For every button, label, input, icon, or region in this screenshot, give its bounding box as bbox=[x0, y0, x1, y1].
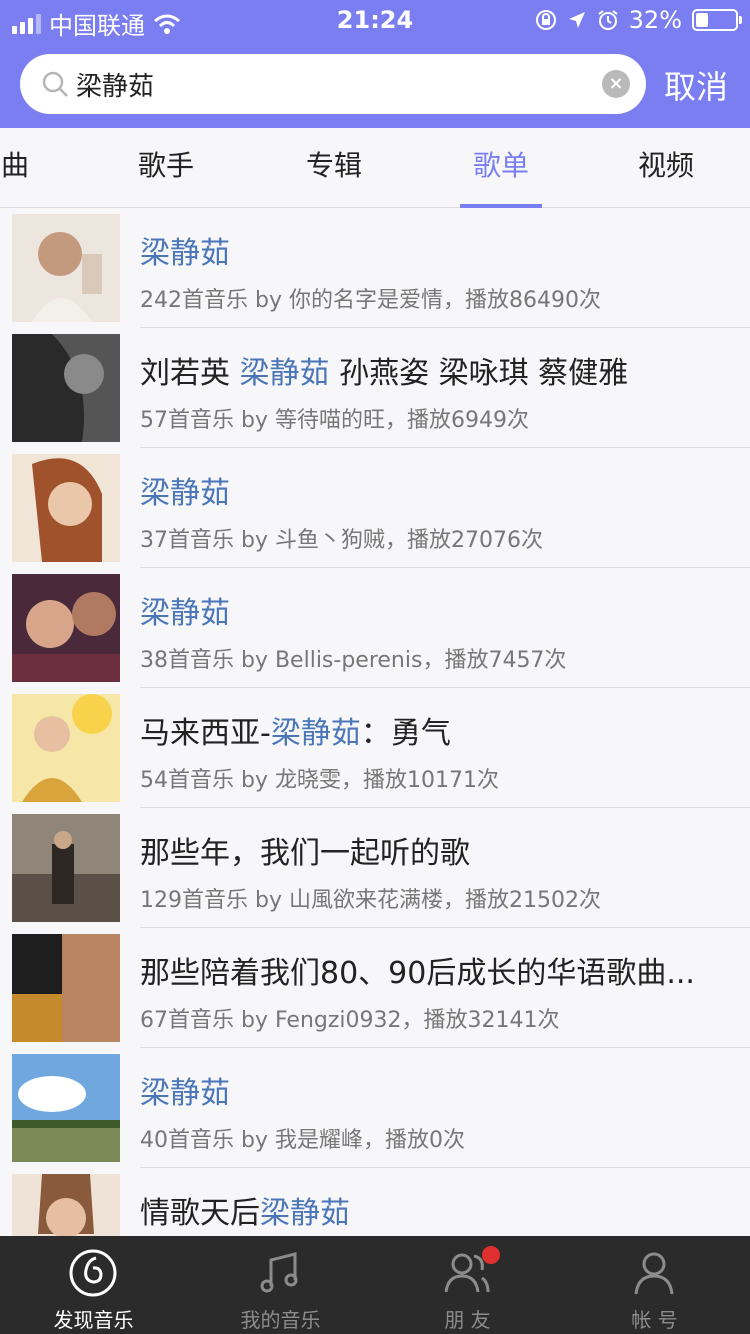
tabbar-discover[interactable]: 发现音乐 bbox=[0, 1236, 187, 1334]
list-item[interactable]: 梁静茹 242首音乐 by 你的名字是爱情，播放86490次 bbox=[0, 208, 750, 328]
clear-icon[interactable]: × bbox=[602, 70, 630, 98]
list-item[interactable]: 那些年，我们一起听的歌 129首音乐 by 山風欲来花满楼，播放21502次 bbox=[0, 808, 750, 928]
cancel-button[interactable]: 取消 bbox=[664, 62, 728, 108]
list-item[interactable]: 梁静茹 37首音乐 by 斗鱼丶狗贼，播放27076次 bbox=[0, 448, 750, 568]
playlist-subtitle: 57首音乐 by 等待喵的旺，播放6949次 bbox=[140, 408, 529, 433]
status-bar: 中国联通 21:24 32% bbox=[0, 0, 750, 40]
tabbar-account[interactable]: 帐 号 bbox=[561, 1236, 748, 1334]
tabbar-label: 我的音乐 bbox=[240, 1308, 321, 1332]
playlist-title: 梁静茹 bbox=[140, 236, 230, 271]
tab-albums[interactable]: 专辑 bbox=[274, 128, 394, 208]
header: 中国联通 21:24 32% 梁静茹 × 取消 bbox=[0, 0, 750, 128]
battery-percent: 32% bbox=[628, 6, 682, 34]
category-tabs: 曲 歌手 专辑 歌单 视频 bbox=[0, 128, 750, 208]
playlist-title: 那些年，我们一起听的歌 bbox=[140, 836, 470, 871]
account-icon bbox=[634, 1252, 674, 1295]
tab-artists[interactable]: 歌手 bbox=[106, 128, 226, 208]
playlist-title: 情歌天后梁静茹 bbox=[140, 1196, 350, 1231]
music-note-icon bbox=[260, 1252, 298, 1293]
playlist-cover bbox=[12, 574, 120, 682]
search-icon bbox=[42, 71, 68, 97]
playlist-cover bbox=[12, 1054, 120, 1162]
list-item[interactable]: 刘若英 梁静茹 孙燕姿 梁咏琪 蔡健雅 57首音乐 by 等待喵的旺，播放694… bbox=[0, 328, 750, 448]
rotation-lock-icon bbox=[535, 10, 556, 30]
playlist-cover bbox=[12, 934, 120, 1042]
location-icon bbox=[568, 12, 585, 28]
search-input[interactable] bbox=[76, 54, 596, 114]
playlist-cover bbox=[12, 214, 120, 322]
playlist-subtitle: 40首音乐 by 我是耀峰，播放0次 bbox=[140, 1128, 465, 1153]
tab-videos[interactable]: 视频 bbox=[606, 128, 726, 208]
music-disc-icon bbox=[69, 1249, 117, 1297]
playlist-results: 梁静茹 242首音乐 by 你的名字是爱情，播放86490次 刘若英 梁静茹 孙… bbox=[0, 208, 750, 1236]
status-right: 32% bbox=[535, 6, 742, 34]
playlist-subtitle: 67首音乐 by Fengzi0932，播放32141次 bbox=[140, 1008, 560, 1033]
tabbar-label: 帐 号 bbox=[631, 1308, 678, 1332]
playlist-cover bbox=[12, 814, 120, 922]
playlist-title: 那些陪着我们80、90后成长的华语歌曲... bbox=[140, 956, 695, 991]
playlist-title: 梁静茹 bbox=[140, 596, 230, 631]
search-box[interactable]: × bbox=[20, 54, 646, 114]
tabbar-my-music[interactable]: 我的音乐 bbox=[187, 1236, 374, 1334]
battery-icon bbox=[692, 9, 742, 31]
playlist-subtitle: 242首音乐 by 你的名字是爱情，播放86490次 bbox=[140, 288, 601, 313]
playlist-subtitle: 37首音乐 by 斗鱼丶狗贼，播放27076次 bbox=[140, 528, 543, 553]
playlist-title: 刘若英 梁静茹 孙燕姿 梁咏琪 蔡健雅 bbox=[140, 356, 629, 391]
tabbar-label: 发现音乐 bbox=[53, 1308, 134, 1332]
list-item[interactable]: 情歌天后梁静茹 bbox=[0, 1168, 750, 1236]
bottom-tab-bar: 发现音乐 我的音乐 朋 友 帐 号 bbox=[0, 1236, 750, 1334]
playlist-cover bbox=[12, 334, 120, 442]
list-item[interactable]: 梁静茹 38首音乐 by Bellis-perenis，播放7457次 bbox=[0, 568, 750, 688]
tab-songs[interactable]: 曲 bbox=[0, 128, 75, 208]
alarm-icon bbox=[598, 10, 618, 30]
playlist-cover bbox=[12, 694, 120, 802]
playlist-title: 梁静茹 bbox=[140, 1076, 230, 1111]
playlist-cover bbox=[12, 1174, 120, 1236]
playlist-cover bbox=[12, 454, 120, 562]
list-item[interactable]: 那些陪着我们80、90后成长的华语歌曲... 67首音乐 by Fengzi09… bbox=[0, 928, 750, 1048]
playlist-title: 梁静茹 bbox=[140, 476, 230, 511]
playlist-subtitle: 129首音乐 by 山風欲来花满楼，播放21502次 bbox=[140, 888, 601, 913]
tabbar-friends[interactable]: 朋 友 bbox=[374, 1236, 561, 1334]
playlist-subtitle: 54首音乐 by 龙晓雯，播放10171次 bbox=[140, 768, 499, 793]
playlist-title: 马来西亚-梁静茹：勇气 bbox=[140, 716, 451, 751]
list-item[interactable]: 马来西亚-梁静茹：勇气 54首音乐 by 龙晓雯，播放10171次 bbox=[0, 688, 750, 808]
tab-playlists[interactable]: 歌单 bbox=[441, 128, 561, 208]
notification-badge bbox=[482, 1246, 500, 1264]
list-item[interactable]: 梁静茹 40首音乐 by 我是耀峰，播放0次 bbox=[0, 1048, 750, 1168]
playlist-subtitle: 38首音乐 by Bellis-perenis，播放7457次 bbox=[140, 648, 567, 673]
tabbar-label: 朋 友 bbox=[444, 1308, 491, 1332]
